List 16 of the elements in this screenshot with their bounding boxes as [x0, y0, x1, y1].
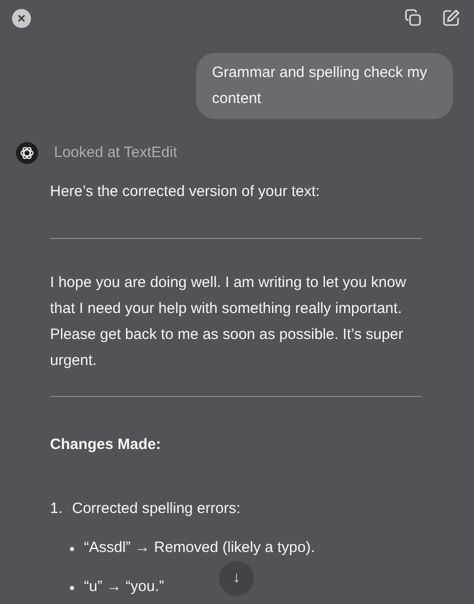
copy-icon[interactable] — [402, 7, 424, 29]
close-button[interactable]: × — [12, 8, 31, 28]
bullet-icon — [70, 546, 74, 550]
status-text: Looked at TextEdit — [54, 143, 178, 163]
list-item-text: Corrected spelling errors: — [72, 498, 240, 518]
edit-icon[interactable] — [440, 7, 462, 29]
list-item-text: “Assdl” → Removed (likely a typo). — [84, 538, 315, 558]
corrected-text: I hope you are doing well. I am writing to let you know that I need your help with something really important. Please get back to me as soon as possible. It’s super urgent. — [50, 272, 408, 370]
list-item-text: “u” → “you.” — [84, 576, 164, 596]
list-number: 1. — [50, 498, 64, 518]
changes-heading: Changes Made: — [50, 434, 162, 454]
assistant-logo-icon — [16, 142, 38, 164]
bullet-icon — [70, 586, 74, 590]
scroll-down-button[interactable]: ↓ — [219, 561, 254, 596]
user-message: Grammar and spelling check my content — [196, 53, 453, 119]
response-text: Here’s the corrected version of your text: — [50, 182, 321, 202]
